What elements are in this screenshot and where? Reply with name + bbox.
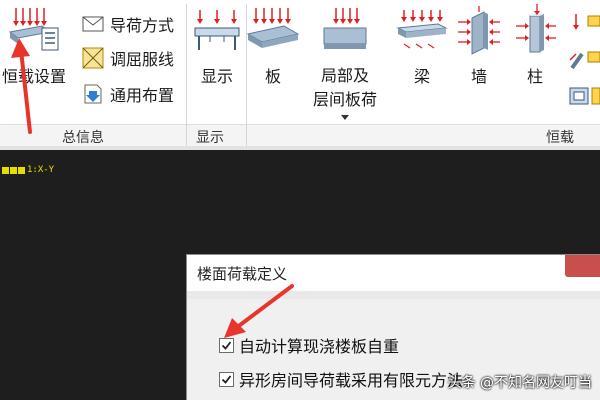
dialog-title: 楼面荷载定义 [197,265,288,283]
load-transfer-mode-button[interactable]: 导荷方式 [80,10,174,38]
download-arrow-icon [80,81,106,107]
label-line-2: 层间板荷 [312,90,377,109]
irregular-room-fem-checkbox[interactable] [219,371,234,387]
dead-load-settings-button[interactable]: 恒载设置 [0,4,74,122]
slab-load-icon [245,4,301,56]
checkmark-icon [221,374,232,384]
wall-load-icon [451,4,507,56]
beam-load-button[interactable]: 梁 [392,4,452,122]
close-button[interactable] [565,255,600,277]
overflow-tool-icons [569,14,600,105]
watermark: 头条 @不知名网友叮当 [447,375,592,391]
general-layout-label: 通用布置 [110,86,175,105]
group-separator [186,4,187,146]
display-label: 显示 [200,67,233,86]
general-layout-button[interactable]: 通用布置 [80,80,174,108]
overflow-tools[interactable] [566,8,600,108]
yield-line-icon [80,45,106,71]
group-label-display: 显示 [196,130,224,146]
irregular-room-fem-label: 异形房间导荷载采用有限元方法 [239,371,464,390]
view-tab-marker [2,166,9,174]
checkmark-icon [221,340,232,350]
load-transfer-mode-label: 导荷方式 [110,16,175,35]
column-load-label: 柱 [526,67,543,86]
slab-load-button[interactable]: 板 [245,4,301,122]
local-slab-load-icon [317,4,373,56]
beam-load-icon [394,4,450,56]
display-button[interactable]: 显示 [190,4,244,122]
auto-calc-self-weight-checkbox[interactable] [219,337,234,353]
dead-load-settings-label: 恒载设置 [1,67,66,86]
dialog-frame [187,291,600,299]
view-tab-marker [10,166,17,174]
load-settings-icon [6,4,62,56]
view-tab[interactable]: 1:X-Y [2,165,54,175]
auto-calc-self-weight-label: 自动计算现浇楼板自重 [239,337,400,356]
dialog-titlebar[interactable]: 楼面荷载定义 [187,255,600,291]
display-load-icon [189,4,245,56]
chevron-down-icon [341,115,349,120]
view-tab-marker [18,166,25,174]
column-load-button[interactable]: 柱 [508,4,562,122]
adjust-yield-line-label: 调屈服线 [110,50,175,69]
column-load-icon [507,4,563,56]
slab-load-label: 板 [264,67,281,86]
adjust-yield-line-button[interactable]: 调屈服线 [80,44,174,72]
beam-load-label: 梁 [413,67,430,86]
local-interlayer-slab-load-label: 局部及 层间板荷 [313,64,377,112]
envelope-icon [80,11,106,37]
irregular-room-fem-option[interactable]: 异形房间导荷载采用有限元方法 [219,367,463,391]
auto-calc-slab-self-weight-option[interactable]: 自动计算现浇楼板自重 [219,333,399,357]
wall-load-button[interactable]: 墙 [452,4,506,122]
view-tab-label: 1:X-Y [27,165,55,175]
local-interlayer-slab-load-button[interactable]: 局部及 层间板荷 [302,4,388,122]
wall-load-label: 墙 [470,67,487,86]
group-label-dead-load: 恒载 [546,130,574,146]
group-label-general: 总信息 [62,130,104,146]
label-line-1: 局部及 [320,66,369,85]
